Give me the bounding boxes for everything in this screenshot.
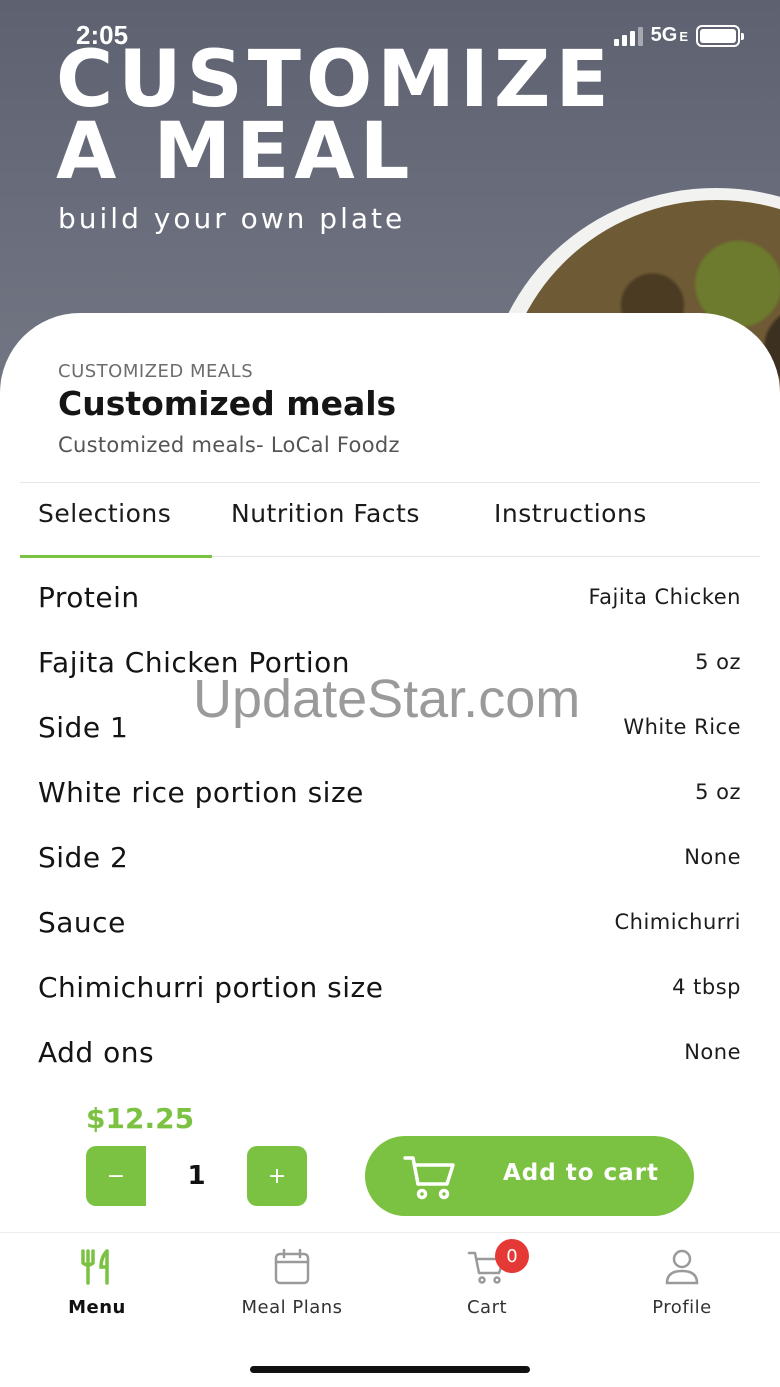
- nav-label: Cart: [466, 1297, 508, 1318]
- hero-subtitle: build your own plate: [58, 202, 406, 235]
- selection-label: Side 2: [38, 841, 129, 874]
- selection-value: None: [684, 845, 741, 869]
- nav-item-cart[interactable]: 0 Cart: [407, 1239, 567, 1318]
- list-item: Sauce Chimichurri: [38, 892, 741, 957]
- selection-label: Add ons: [38, 1036, 155, 1069]
- add-to-cart-label: Add to cart: [503, 1160, 660, 1186]
- meal-category: CUSTOMIZED MEALS: [58, 361, 254, 382]
- quantity-value: 1: [187, 1161, 206, 1191]
- list-item: Chimichurri portion size 4 tbsp: [38, 957, 741, 1022]
- nav-label: Profile: [652, 1297, 712, 1318]
- tab-bar: Selections Nutrition Facts Instructions: [20, 483, 760, 558]
- add-to-cart-button[interactable]: Add to cart: [365, 1136, 694, 1216]
- list-item: Add ons None: [38, 1022, 741, 1087]
- signal-icon: [613, 26, 643, 46]
- home-indicator: [250, 1366, 530, 1373]
- selection-label: Protein: [38, 581, 140, 614]
- tab-instructions[interactable]: Instructions: [494, 499, 647, 528]
- meal-title: Customized meals: [58, 384, 397, 423]
- selections-list: Protein Fajita Chicken Fajita Chicken Po…: [38, 567, 741, 1087]
- selection-value: Chimichurri: [614, 910, 741, 934]
- selection-value: 4 tbsp: [672, 975, 741, 999]
- selection-label: Sauce: [38, 906, 126, 939]
- bottom-nav: Menu Meal Plans 0 Cart Profile: [0, 1232, 780, 1387]
- selection-value: 5 oz: [695, 650, 741, 674]
- selection-value: 5 oz: [695, 780, 741, 804]
- nav-item-meal-plans[interactable]: Meal Plans: [212, 1247, 372, 1318]
- fork-knife-icon: [81, 1249, 109, 1285]
- nav-label: Menu: [68, 1297, 126, 1318]
- meal-description: Customized meals- LoCal Foodz: [58, 433, 400, 457]
- nav-label: Meal Plans: [241, 1297, 343, 1318]
- selection-label: Side 1: [38, 711, 129, 744]
- selection-label: Chimichurri portion size: [38, 971, 384, 1004]
- cart-icon: [403, 1156, 455, 1200]
- hero-title: CUSTOMIZE A MEAL: [56, 35, 614, 197]
- active-tab-indicator: [20, 555, 212, 558]
- tab-nutrition-facts[interactable]: Nutrition Facts: [231, 499, 420, 528]
- selection-value: Fajita Chicken: [588, 585, 741, 609]
- list-item: Side 2 None: [38, 827, 741, 892]
- watermark: UpdateStar.com: [193, 669, 581, 729]
- selection-value: None: [684, 1040, 741, 1064]
- nav-item-profile[interactable]: Profile: [602, 1247, 762, 1318]
- nav-item-menu[interactable]: Menu: [17, 1247, 177, 1318]
- status-indicators: 5G E: [613, 24, 744, 47]
- list-item: White rice portion size 5 oz: [38, 762, 741, 827]
- tab-selections[interactable]: Selections: [38, 499, 171, 528]
- decrease-quantity-button[interactable]: −: [86, 1146, 146, 1206]
- price-label: $12.25: [86, 1102, 195, 1135]
- calendar-icon: [274, 1248, 310, 1285]
- selection-value: White Rice: [623, 715, 741, 739]
- person-icon: [665, 1249, 699, 1285]
- network-label: 5G E: [650, 24, 688, 46]
- list-item: Protein Fajita Chicken: [38, 567, 741, 632]
- selection-label: White rice portion size: [38, 776, 364, 809]
- battery-icon: [696, 24, 744, 47]
- increase-quantity-button[interactable]: +: [247, 1146, 307, 1206]
- cart-badge: 0: [495, 1239, 529, 1273]
